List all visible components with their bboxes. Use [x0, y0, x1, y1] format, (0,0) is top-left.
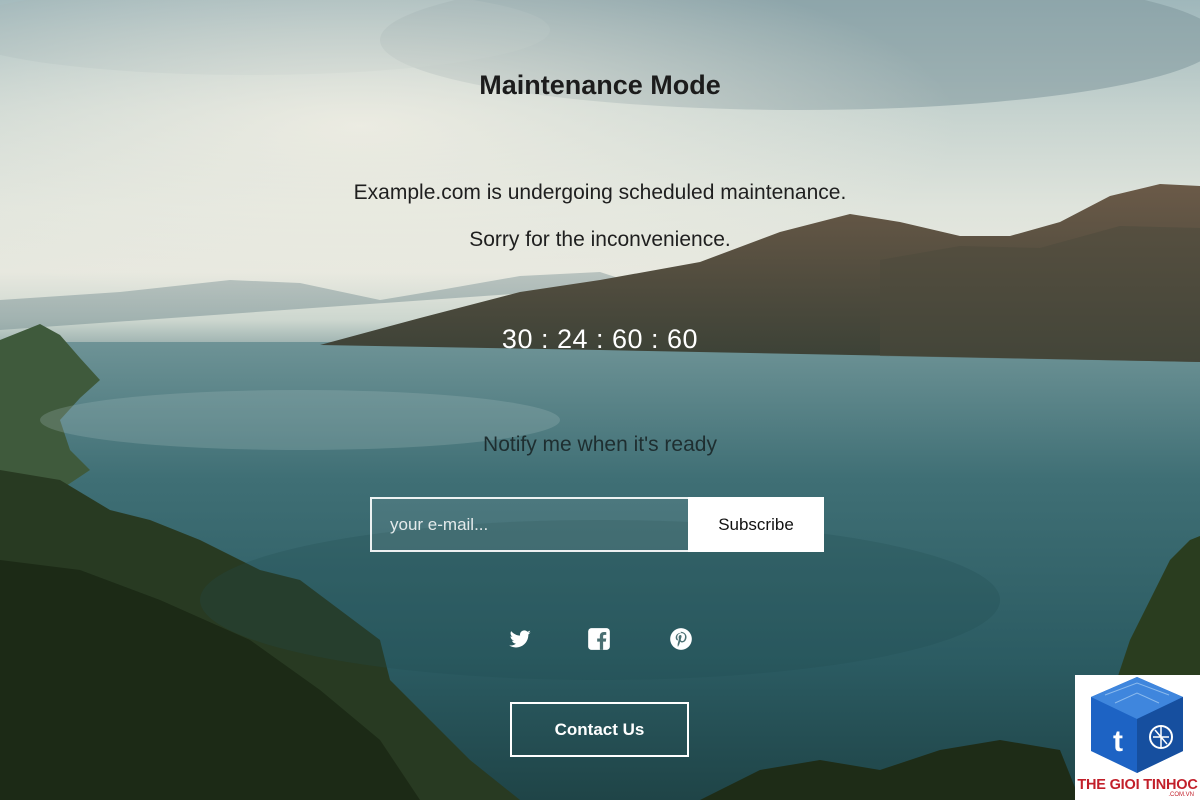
email-input[interactable] [370, 497, 688, 552]
page-title: Maintenance Mode [479, 70, 721, 100]
contact-us-button[interactable]: Contact Us [510, 702, 689, 757]
watermark-subtext: .COM.VN [1168, 792, 1194, 798]
content-overlay: Maintenance Mode Example.com is undergoi… [0, 0, 1200, 800]
apology-message: Sorry for the inconvenience. [469, 228, 731, 251]
cube-logo-icon: t [1091, 677, 1183, 773]
pinterest-link[interactable] [668, 626, 694, 652]
notify-heading: Notify me when it's ready [483, 433, 717, 456]
svg-text:t: t [1113, 725, 1123, 758]
facebook-icon [588, 628, 610, 650]
maintenance-page: Maintenance Mode Example.com is undergoi… [0, 0, 1200, 800]
subscribe-form: Subscribe [370, 497, 824, 552]
pinterest-icon [670, 628, 692, 650]
twitter-link[interactable] [507, 626, 533, 652]
facebook-link[interactable] [586, 626, 612, 652]
watermark-logo: t THE GIOI TINHOC .COM.VN [1075, 675, 1200, 800]
social-links [0, 626, 1200, 652]
countdown-timer: 30 : 24 : 60 : 60 [501, 324, 699, 354]
maintenance-message: Example.com is undergoing scheduled main… [353, 181, 847, 204]
watermark-text: THE GIOI TINHOC [1077, 777, 1198, 793]
subscribe-button[interactable]: Subscribe [688, 497, 824, 552]
twitter-icon [509, 630, 531, 648]
